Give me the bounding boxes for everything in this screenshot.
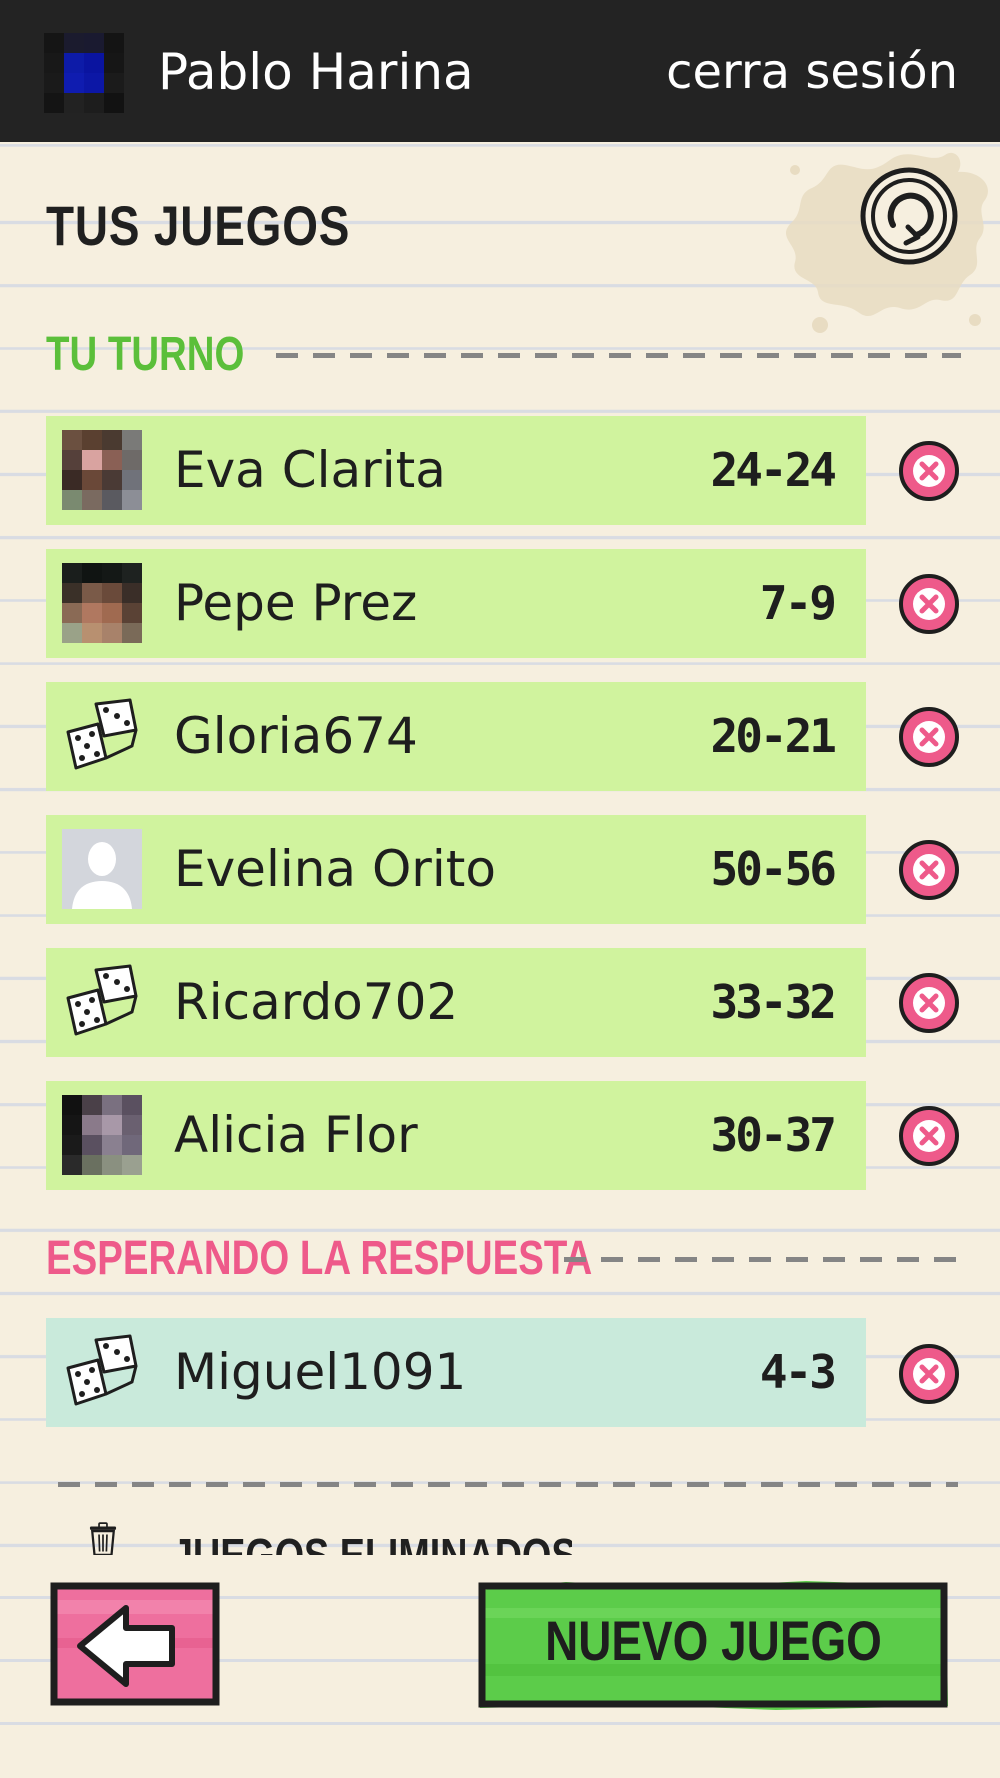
- refresh-icon[interactable]: [858, 165, 960, 267]
- avatar: [62, 1095, 142, 1175]
- divider: [58, 1482, 958, 1487]
- new-game-label: NUEVO JUEGO: [545, 1609, 882, 1672]
- divider: [276, 353, 961, 358]
- game-row[interactable]: Miguel1091 4-3: [46, 1318, 866, 1427]
- section-your-turn-label: TU TURNO: [46, 327, 245, 381]
- game-score: 4-3: [759, 1345, 837, 1399]
- delete-game-icon[interactable]: [898, 839, 960, 901]
- delete-game-icon[interactable]: [898, 573, 960, 635]
- section-waiting-label: ESPERANDO LA RESPUESTA: [46, 1231, 593, 1285]
- dice-icon: [66, 698, 138, 770]
- divider: [564, 1257, 961, 1262]
- delete-game-icon[interactable]: [898, 1105, 960, 1167]
- deleted-games-section[interactable]: JUEGOS ELIMINADOS: [172, 1525, 572, 1555]
- delete-game-icon[interactable]: [898, 440, 960, 502]
- game-score: 7-9: [759, 576, 837, 630]
- deleted-games-label: JUEGOS ELIMINADOS: [172, 1529, 572, 1555]
- game-score: 24-24: [710, 443, 837, 497]
- page-title: TUS JUEGOS: [46, 194, 351, 257]
- delete-game-icon[interactable]: [898, 972, 960, 1034]
- avatar: [62, 563, 142, 643]
- opponent-name: Pepe Prez: [174, 574, 418, 632]
- back-button[interactable]: [50, 1582, 220, 1706]
- avatar: [62, 430, 142, 510]
- game-row[interactable]: Ricardo702 33-32: [46, 948, 866, 1057]
- trash-icon[interactable]: [76, 1522, 130, 1556]
- game-score: 20-21: [710, 709, 837, 763]
- top-bar: Pablo Harina cerra sesión: [0, 0, 1000, 142]
- opponent-name: Miguel1091: [174, 1343, 467, 1401]
- game-score: 50-56: [710, 842, 837, 896]
- game-row[interactable]: Eva Clarita 24-24: [46, 416, 866, 525]
- new-game-button[interactable]: NUEVO JUEGO: [476, 1578, 951, 1712]
- username: Pablo Harina: [158, 43, 474, 101]
- user-avatar[interactable]: [44, 33, 124, 113]
- game-score: 30-37: [710, 1108, 837, 1162]
- default-person-icon: [62, 829, 142, 909]
- delete-game-icon[interactable]: [898, 706, 960, 768]
- game-score: 33-32: [710, 975, 837, 1029]
- opponent-name: Evelina Orito: [174, 840, 496, 898]
- opponent-name: Alicia Flor: [174, 1106, 418, 1164]
- game-row[interactable]: Alicia Flor 30-37: [46, 1081, 866, 1190]
- opponent-name: Gloria674: [174, 707, 418, 765]
- dice-icon: [66, 1334, 138, 1406]
- game-row[interactable]: Gloria674 20-21: [46, 682, 866, 791]
- opponent-name: Eva Clarita: [174, 441, 446, 499]
- section-your-turn: TU TURNO: [46, 324, 294, 384]
- logout-link[interactable]: cerra sesión: [666, 42, 958, 102]
- delete-game-icon[interactable]: [898, 1343, 960, 1405]
- game-row[interactable]: Evelina Orito 50-56: [46, 815, 866, 924]
- game-row[interactable]: Pepe Prez 7-9: [46, 549, 866, 658]
- dice-icon: [66, 964, 138, 1036]
- opponent-name: Ricardo702: [174, 973, 459, 1031]
